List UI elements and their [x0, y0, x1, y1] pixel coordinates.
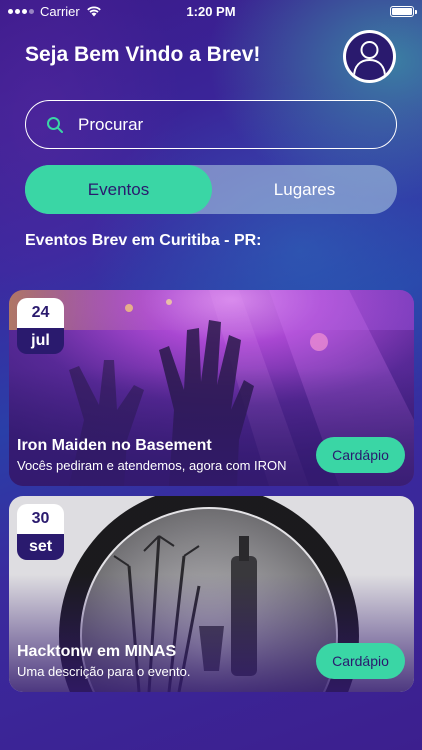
event-description: Vocês pediram e atendemos, agora com IRO… — [17, 458, 287, 473]
battery-icon — [390, 5, 417, 17]
search-icon — [47, 116, 63, 133]
date-month: jul — [17, 328, 64, 354]
status-bar: Carrier 1:20 PM — [0, 0, 422, 22]
user-icon — [346, 33, 393, 80]
date-day: 30 — [17, 504, 64, 534]
cardapio-button[interactable]: Cardápio — [316, 643, 405, 679]
event-title: Iron Maiden no Basement — [17, 437, 212, 454]
event-title: Hacktonw em MINAS — [17, 643, 177, 660]
clock: 1:20 PM — [186, 3, 236, 19]
date-badge: 30 set — [17, 504, 64, 560]
cardapio-button[interactable]: Cardápio — [316, 437, 405, 473]
search-bar[interactable] — [25, 100, 397, 149]
segmented-control: Eventos Lugares — [25, 165, 397, 214]
tab-lugares[interactable]: Lugares — [212, 165, 397, 214]
date-badge: 24 jul — [17, 298, 64, 354]
event-card[interactable]: 24 jul Iron Maiden no Basement Vocês ped… — [9, 290, 414, 486]
section-title: Eventos Brev em Curitiba - PR: — [25, 232, 262, 249]
event-card[interactable]: 30 set Hacktonw em MINAS Uma descrição p… — [9, 496, 414, 692]
event-description: Uma descrição para o evento. — [17, 664, 191, 679]
avatar[interactable] — [343, 30, 396, 83]
tab-eventos[interactable]: Eventos — [25, 165, 212, 214]
date-month: set — [17, 534, 64, 560]
welcome-title: Seja Bem Vindo a Brev! — [25, 43, 261, 66]
date-day: 24 — [17, 298, 64, 328]
search-input[interactable] — [78, 114, 358, 135]
